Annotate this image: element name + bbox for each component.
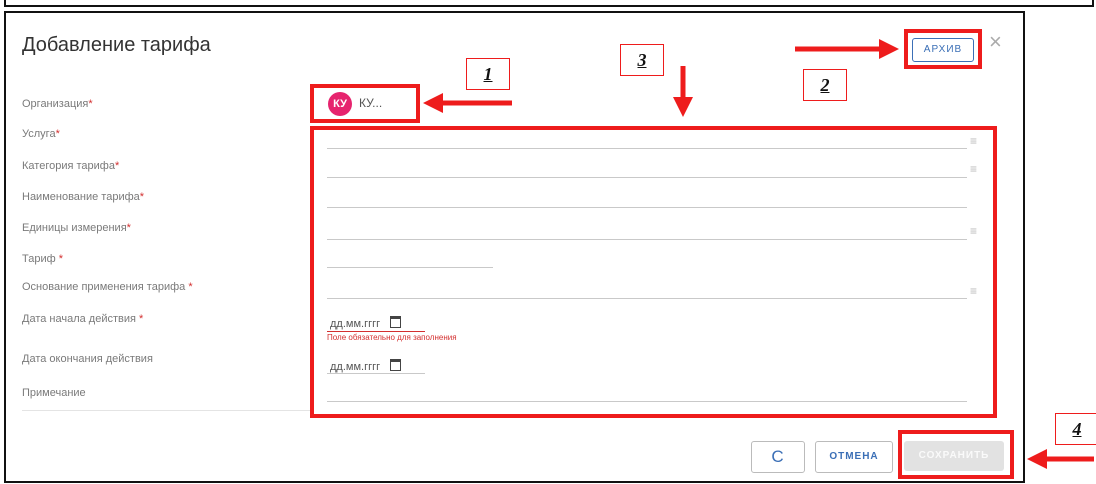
- annotation-arrows: [423, 39, 1094, 469]
